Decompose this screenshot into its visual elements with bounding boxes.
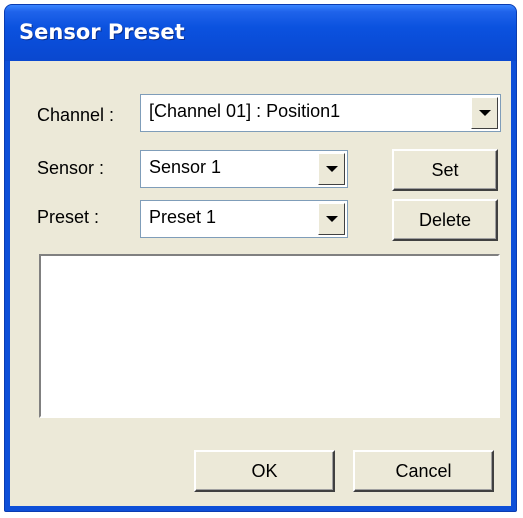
title-bar[interactable]: Sensor Preset [5, 5, 516, 61]
chevron-down-icon [325, 166, 338, 172]
preset-select-value: Preset 1 [149, 207, 217, 227]
dialog-client-area: Channel : [Channel 01] : Position1 Senso… [10, 61, 511, 506]
delete-button[interactable]: Delete [392, 199, 498, 241]
sensor-dropdown-button[interactable] [318, 153, 345, 185]
sensor-select[interactable]: Sensor 1 [140, 150, 348, 188]
set-button-label: Set [431, 160, 459, 180]
preset-select[interactable]: Preset 1 [140, 200, 348, 238]
window-title: Sensor Preset [19, 20, 185, 44]
channel-select-value: [Channel 01] : Position1 [149, 101, 341, 121]
chevron-down-icon [325, 216, 338, 222]
cancel-button-label: Cancel [395, 461, 452, 481]
sensor-select-value: Sensor 1 [149, 157, 222, 177]
channel-label: Channel : [37, 105, 115, 125]
preset-list[interactable] [39, 254, 500, 418]
sensor-label: Sensor : [37, 158, 105, 178]
ok-button[interactable]: OK [194, 450, 335, 492]
cancel-button[interactable]: Cancel [353, 450, 494, 492]
set-button[interactable]: Set [392, 149, 498, 191]
channel-dropdown-button[interactable] [471, 97, 498, 129]
sensor-preset-dialog: Sensor Preset Channel : [Channel 01] : P… [4, 4, 517, 512]
delete-button-label: Delete [418, 210, 472, 230]
preset-dropdown-button[interactable] [318, 203, 345, 235]
chevron-down-icon [478, 110, 491, 116]
channel-select[interactable]: [Channel 01] : Position1 [140, 94, 501, 132]
ok-button-label: OK [251, 461, 278, 481]
preset-label: Preset : [37, 207, 100, 227]
